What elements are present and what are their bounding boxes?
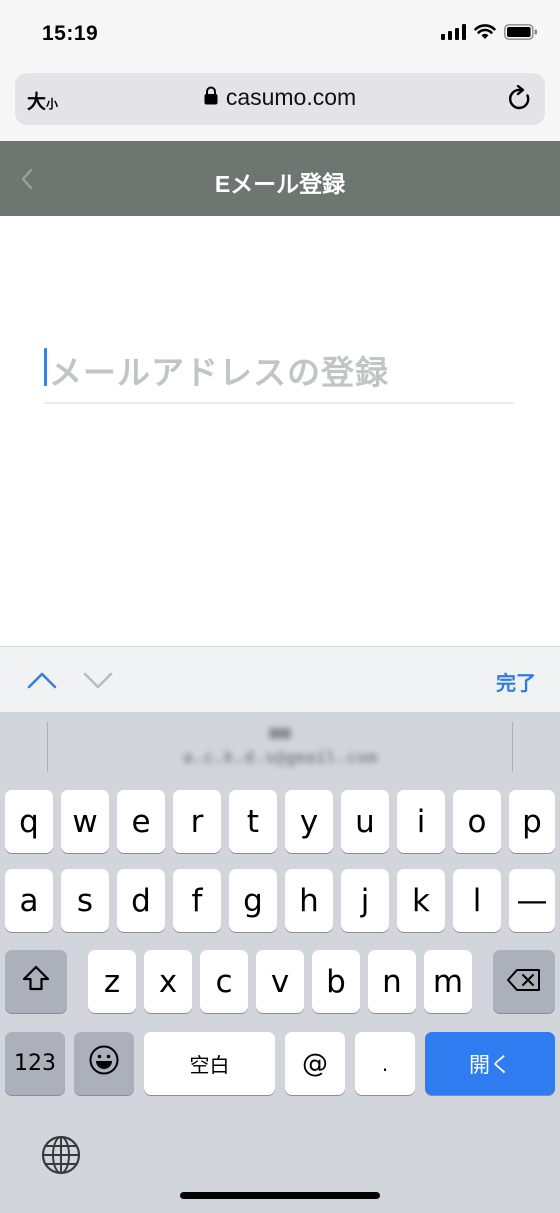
status-bar: 15:19 bbox=[0, 0, 560, 64]
backspace-key[interactable] bbox=[493, 950, 555, 1013]
wifi-icon bbox=[474, 24, 496, 40]
key-y[interactable]: y bbox=[285, 790, 333, 853]
key-v[interactable]: v bbox=[256, 950, 304, 1013]
next-field-chevron-down-icon[interactable] bbox=[80, 667, 116, 693]
key-w[interactable]: w bbox=[61, 790, 109, 853]
key-o[interactable]: o bbox=[453, 790, 501, 853]
page-title: Eメール登録 bbox=[214, 171, 346, 197]
space-key[interactable]: 空白 bbox=[144, 1032, 275, 1095]
shift-icon bbox=[21, 964, 51, 1000]
key-f[interactable]: f bbox=[173, 869, 221, 932]
key-d[interactable]: d bbox=[117, 869, 165, 932]
key-m[interactable]: m bbox=[424, 950, 472, 1013]
key-j[interactable]: j bbox=[341, 869, 389, 932]
email-placeholder: メールアドレスの登録 bbox=[49, 354, 389, 391]
key-i[interactable]: i bbox=[397, 790, 445, 853]
key-h[interactable]: h bbox=[285, 869, 333, 932]
suggestion-bar: ■■ a.c.k.d.s@gmail.com bbox=[0, 712, 560, 782]
numbers-key[interactable]: 123 bbox=[5, 1032, 65, 1095]
lock-icon bbox=[204, 86, 218, 110]
key-s[interactable]: s bbox=[61, 869, 109, 932]
text-caret bbox=[44, 348, 47, 386]
cellular-signal-icon bbox=[441, 24, 466, 40]
key-e[interactable]: e bbox=[117, 790, 165, 853]
key-t[interactable]: t bbox=[229, 790, 277, 853]
key-a[interactable]: a bbox=[5, 869, 53, 932]
app-header: Eメール登録 bbox=[0, 141, 560, 216]
key-l[interactable]: l bbox=[453, 869, 501, 932]
at-key[interactable]: @ bbox=[285, 1032, 345, 1095]
dot-key[interactable]: . bbox=[355, 1032, 415, 1095]
key-q[interactable]: q bbox=[5, 790, 53, 853]
key-k[interactable]: k bbox=[397, 869, 445, 932]
email-field[interactable]: メールアドレスの登録 bbox=[44, 336, 514, 404]
emoji-key[interactable] bbox=[74, 1032, 134, 1095]
status-time: 15:19 bbox=[42, 22, 99, 45]
status-icons bbox=[441, 24, 538, 40]
key-dash[interactable]: — bbox=[509, 869, 555, 932]
go-key[interactable]: 開く bbox=[425, 1032, 555, 1095]
home-indicator[interactable] bbox=[180, 1192, 380, 1199]
battery-icon bbox=[504, 24, 538, 40]
suggestion-email-blurred[interactable]: a.c.k.d.s@gmail.com bbox=[0, 748, 560, 768]
main-content: メールアドレスの登録 bbox=[0, 216, 560, 646]
keyboard-toolbar: 完了 bbox=[0, 646, 560, 712]
keyboard: ■■ a.c.k.d.s@gmail.com q w e r t y u i o… bbox=[0, 712, 560, 1213]
shift-key[interactable] bbox=[5, 950, 67, 1013]
key-z[interactable]: z bbox=[88, 950, 136, 1013]
key-c[interactable]: c bbox=[200, 950, 248, 1013]
url-text: casumo.com bbox=[225, 84, 357, 110]
done-button[interactable]: 完了 bbox=[496, 667, 536, 696]
key-x[interactable]: x bbox=[144, 950, 192, 1013]
previous-field-chevron-up-icon[interactable] bbox=[24, 667, 60, 693]
reload-icon[interactable] bbox=[507, 84, 533, 118]
backspace-icon bbox=[506, 964, 542, 1000]
key-n[interactable]: n bbox=[368, 950, 416, 1013]
url-display[interactable]: casumo.com bbox=[15, 84, 545, 111]
key-g[interactable]: g bbox=[229, 869, 277, 932]
key-r[interactable]: r bbox=[173, 790, 221, 853]
globe-icon[interactable] bbox=[40, 1134, 82, 1181]
key-p[interactable]: p bbox=[509, 790, 555, 853]
address-bar[interactable]: 大小 casumo.com bbox=[15, 73, 545, 125]
emoji-icon bbox=[88, 1044, 120, 1084]
browser-address-area: 大小 casumo.com bbox=[0, 64, 560, 141]
suggestion-name-blurred[interactable]: ■■ bbox=[0, 722, 560, 743]
key-u[interactable]: u bbox=[341, 790, 389, 853]
key-b[interactable]: b bbox=[312, 950, 360, 1013]
